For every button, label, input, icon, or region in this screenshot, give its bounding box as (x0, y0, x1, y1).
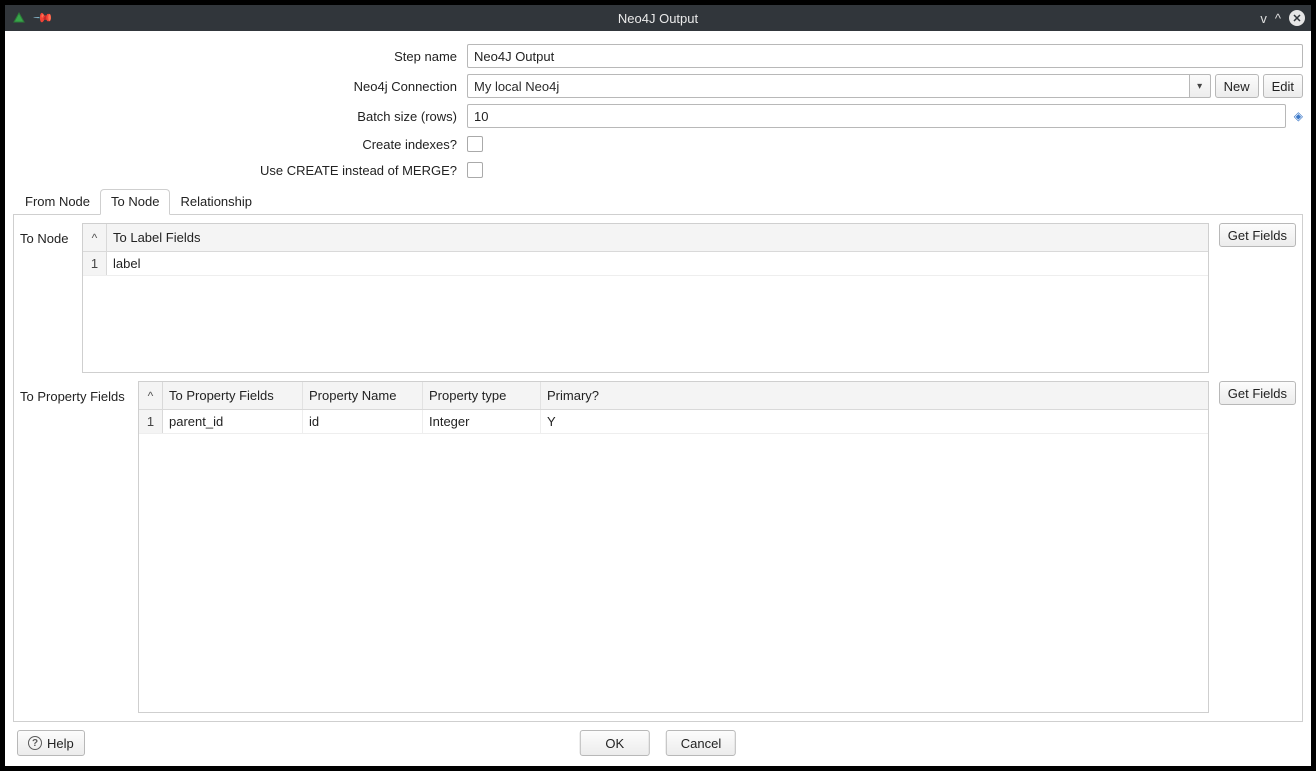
step-name-input[interactable]: Neo4J Output (467, 44, 1303, 68)
batch-size-value: 10 (474, 109, 488, 124)
row-number: 1 (83, 252, 107, 275)
pin-icon[interactable]: 📌 (32, 7, 55, 30)
to-node-section-label: To Node (20, 223, 76, 373)
primary-header[interactable]: Primary? (541, 382, 1208, 409)
window-title: Neo4J Output (618, 11, 698, 26)
label-field-cell[interactable]: label (107, 252, 1208, 275)
edit-button[interactable]: Edit (1263, 74, 1303, 98)
step-name-value: Neo4J Output (474, 49, 554, 64)
to-property-section-label: To Property Fields (20, 381, 132, 713)
tab-relationship[interactable]: Relationship (170, 190, 262, 214)
use-create-label: Use CREATE instead of MERGE? (13, 163, 463, 178)
property-name-header[interactable]: Property Name (303, 382, 423, 409)
connection-label: Neo4j Connection (13, 79, 463, 94)
help-icon: ? (28, 736, 42, 750)
property-fields-header[interactable]: To Property Fields (163, 382, 303, 409)
minimize-icon[interactable]: v (1260, 12, 1267, 25)
property-fields-table: ^ To Property Fields Property Name Prope… (138, 381, 1209, 713)
table-row[interactable]: 1 label (83, 252, 1208, 276)
help-button-label: Help (47, 736, 74, 751)
label-fields-header[interactable]: To Label Fields (107, 224, 1208, 251)
property-field-cell[interactable]: parent_id (163, 410, 303, 433)
new-button[interactable]: New (1215, 74, 1259, 98)
batch-size-label: Batch size (rows) (13, 109, 463, 124)
variable-icon[interactable]: ◈ (1294, 109, 1303, 123)
use-create-checkbox[interactable] (467, 162, 483, 178)
tab-from-node[interactable]: From Node (15, 190, 100, 214)
get-fields-labels-button[interactable]: Get Fields (1219, 223, 1296, 247)
sort-column-header[interactable]: ^ (139, 382, 163, 409)
primary-cell[interactable]: Y (541, 410, 1208, 433)
sort-column-header[interactable]: ^ (83, 224, 107, 251)
property-type-cell[interactable]: Integer (423, 410, 541, 433)
get-fields-properties-button[interactable]: Get Fields (1219, 381, 1296, 405)
create-indexes-label: Create indexes? (13, 137, 463, 152)
maximize-icon[interactable]: ^ (1275, 12, 1281, 25)
table-row[interactable]: 1 parent_id id Integer Y (139, 410, 1208, 434)
title-bar: 📌 Neo4J Output v ^ ✕ (5, 5, 1311, 31)
tab-to-node[interactable]: To Node (100, 189, 170, 215)
property-type-header[interactable]: Property type (423, 382, 541, 409)
tab-panel: To Node ^ To Label Fields 1 label Get Fi… (13, 215, 1303, 722)
close-icon[interactable]: ✕ (1289, 10, 1305, 26)
cancel-button[interactable]: Cancel (666, 730, 736, 756)
app-icon (11, 10, 27, 26)
connection-select[interactable]: My local Neo4j (467, 74, 1189, 98)
label-fields-table: ^ To Label Fields 1 label (82, 223, 1209, 373)
connection-value: My local Neo4j (474, 79, 559, 94)
property-name-cell[interactable]: id (303, 410, 423, 433)
batch-size-input[interactable]: 10 (467, 104, 1286, 128)
create-indexes-checkbox[interactable] (467, 136, 483, 152)
row-number: 1 (139, 410, 163, 433)
ok-button[interactable]: OK (580, 730, 650, 756)
step-name-label: Step name (13, 49, 463, 64)
chevron-down-icon[interactable]: ▾ (1189, 74, 1211, 98)
tab-strip: From Node To Node Relationship (13, 189, 1303, 215)
help-button[interactable]: ? Help (17, 730, 85, 756)
